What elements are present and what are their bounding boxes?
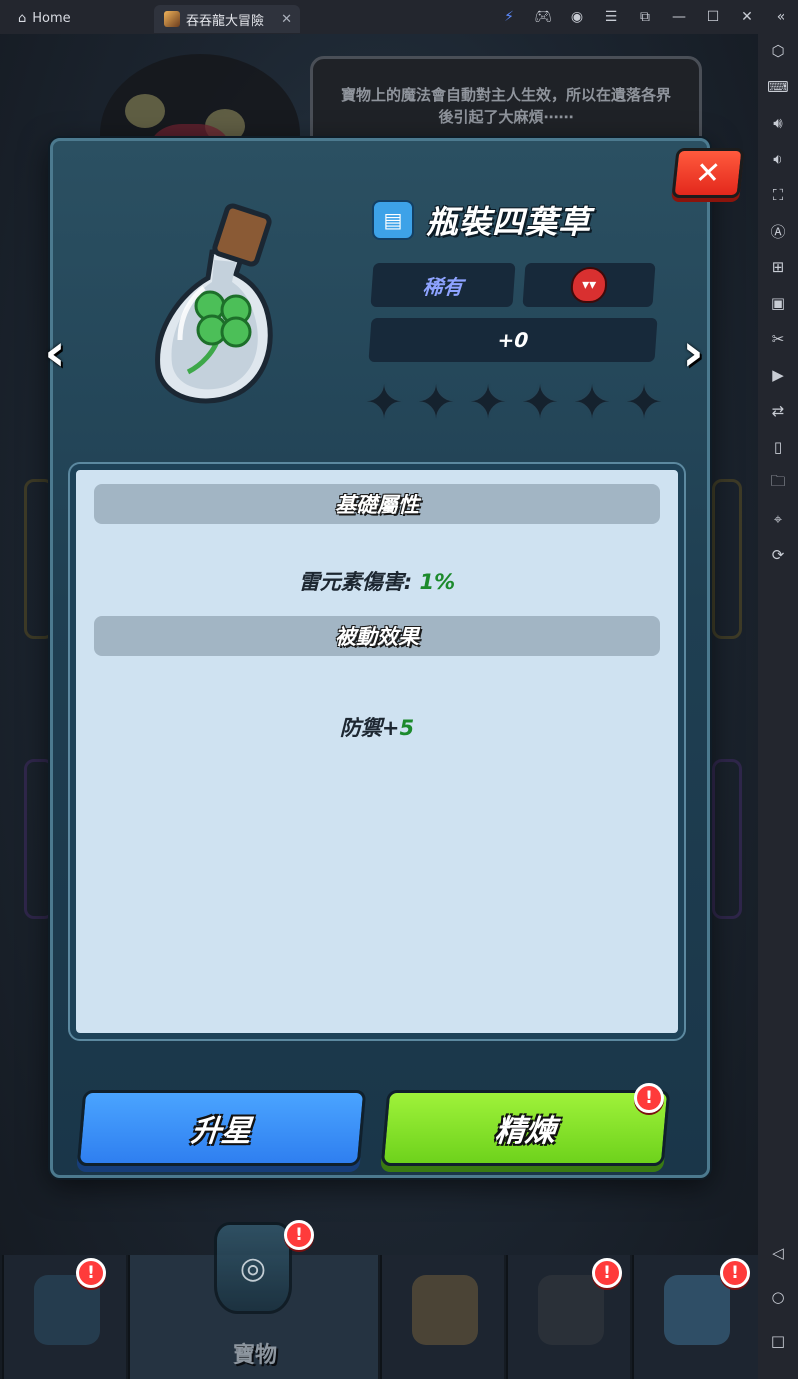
restore-window-icon[interactable]: ⧉ [628,0,662,34]
shake-icon[interactable]: ▯ [758,432,798,462]
performance-bolt-icon[interactable]: ⚡ [492,0,526,34]
account-icon[interactable]: ◉ [560,0,594,34]
tab-close-icon[interactable]: ✕ [281,12,292,27]
screenshot-frame-icon[interactable]: ⛶ [758,180,798,210]
apk-install-icon[interactable]: ▣ [758,288,798,318]
gamepad-icon[interactable]: 🎮︎ [526,0,560,34]
character-nav-icon [538,1275,604,1345]
nav-alert-badge: ! [284,1220,314,1250]
emulator-title-bar: ⌂ Home 吞吞龍大冒險 ✕ ⚡ 🎮︎ ◉ ☰ ⧉ — ☐ ✕ « [0,0,798,34]
passive-effects-header: 被動效果 [94,616,660,656]
nav-tab-dragon[interactable] [2,1255,126,1379]
attributes-panel: 基礎屬性 雷元素傷害: 1% 被動效果 防禦+5 [70,464,684,1039]
empty-star-icon: ✦ [624,375,664,429]
tab-game-label: 吞吞龍大冒險 [186,13,265,29]
empty-star-icon: ✦ [364,375,404,429]
video-record-icon[interactable]: ▶ [758,360,798,390]
keyboard-icon[interactable]: ⌨ [758,72,798,102]
background-card-frame [712,759,742,919]
background-card-frame [712,479,742,639]
volume-down-icon[interactable]: 🔉︎ [758,144,798,174]
collapse-sidebar-icon[interactable]: « [764,0,798,34]
close-window-icon[interactable]: ✕ [730,0,764,34]
prev-item-arrow-icon[interactable]: ‹ [38,323,72,383]
back-triangle-icon[interactable]: ◁ [758,1238,798,1268]
minimize-icon[interactable]: — [662,0,696,34]
faction-box: ▾▾ [522,263,656,307]
book-icon[interactable]: ▤ [372,200,414,240]
star-rating: ✦ ✦ ✦ ✦ ✦ ✦ [362,374,666,430]
macro-a-icon[interactable]: Ⓐ [758,216,798,246]
map-nav-icon [412,1275,478,1345]
refine-button[interactable]: 精煉 [380,1090,671,1166]
home-circle-icon[interactable]: ○ [758,1282,798,1312]
shop-nav-icon [664,1275,730,1345]
close-modal-button[interactable]: ✕ [671,148,745,198]
scissors-icon[interactable]: ✂ [758,324,798,354]
recents-square-icon[interactable]: □ [758,1326,798,1356]
tab-home[interactable]: ⌂ Home [8,5,148,31]
refine-alert-badge: ! [634,1083,664,1113]
base-stat-value: 1% [419,570,456,594]
star-upgrade-button[interactable]: 升星 [76,1090,367,1166]
base-stat-line: 雷元素傷害: 1% [76,566,678,596]
nav-tab-map[interactable] [380,1255,504,1379]
tab-game[interactable]: 吞吞龍大冒險 ✕ [154,5,300,33]
game-favicon-icon [164,11,180,27]
nav-alert-badge: ! [720,1258,750,1288]
passive-effect-value: 5 [399,716,415,740]
rotate-icon[interactable]: ⟳ [758,540,798,570]
nav-alert-badge: ! [76,1258,106,1288]
folder-icon[interactable]: 🗀 [758,468,798,498]
passive-effect-line: 防禦+5 [76,712,678,742]
empty-star-icon: ✦ [468,375,508,429]
passive-effect-label: 防禦+ [339,716,400,740]
location-pin-icon[interactable]: ⌖ [758,504,798,534]
close-x-icon: ✕ [693,155,723,191]
background-monster-eye [125,94,165,128]
base-attributes-header: 基礎屬性 [94,484,660,524]
maximize-icon[interactable]: ☐ [696,0,730,34]
rarity-label: 稀有 [370,263,516,307]
next-item-arrow-icon[interactable]: › [676,323,710,383]
bottom-navigation: 寶物 [0,1255,758,1379]
tab-home-label: Home [32,10,71,26]
empty-star-icon: ✦ [416,375,456,429]
item-name: 瓶裝四葉草 [426,203,592,241]
settings-hex-icon[interactable]: ⬡ [758,36,798,66]
base-stat-label: 雷元素傷害: [298,570,413,594]
menu-icon[interactable]: ☰ [594,0,628,34]
home-icon: ⌂ [18,10,27,26]
empty-star-icon: ✦ [520,375,560,429]
red-fang-faction-icon: ▾▾ [569,267,609,303]
treasure-nav-icon: ◎ [214,1222,292,1314]
sync-icon[interactable]: ⇄ [758,396,798,426]
multi-instance-icon[interactable]: ⊞ [758,252,798,282]
item-title-row: ▤ 瓶裝四葉草 [372,198,591,242]
nav-alert-badge: ! [592,1258,622,1288]
empty-star-icon: ✦ [572,375,612,429]
clover-bottle-icon [155,203,273,404]
nav-treasure-label: 寶物 [232,1343,277,1368]
refine-level: +0 [368,318,658,362]
emulator-sidebar: ⬡ ⌨ 🔊︎ 🔉︎ ⛶ Ⓐ ⊞ ▣ ✂ ▶ ⇄ ▯ 🗀 ⌖ ⟳ ◁ ○ □ [758,34,798,1379]
volume-up-icon[interactable]: 🔊︎ [758,108,798,138]
